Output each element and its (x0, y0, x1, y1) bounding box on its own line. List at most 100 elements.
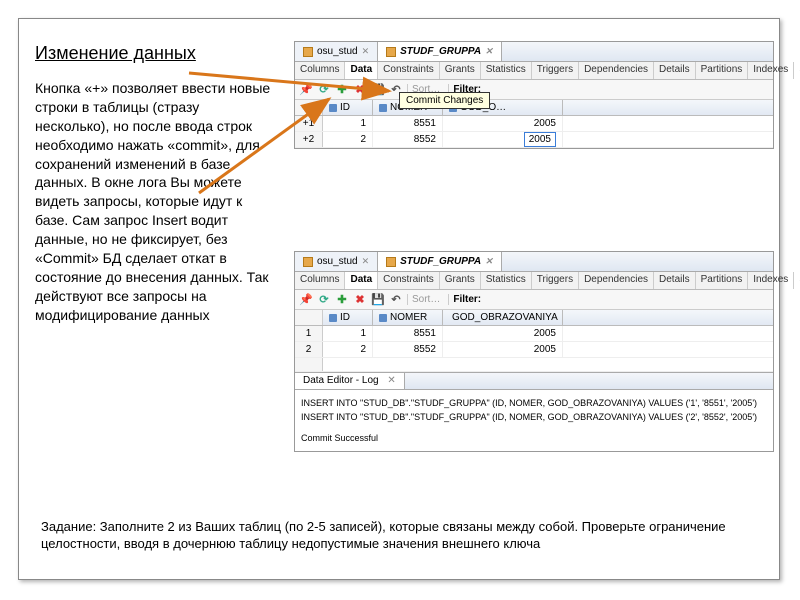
data-toolbar: 📌 ⟳ ✚ ✖ 💾 ↶ Sort… Filter: (295, 80, 773, 100)
subtab-details[interactable]: Details (654, 62, 696, 79)
subtab-columns[interactable]: Columns (295, 62, 345, 79)
add-row-icon[interactable]: ✚ (335, 293, 349, 307)
tooltip-commit: Commit Changes (399, 92, 490, 109)
column-icon (379, 314, 387, 322)
rownum: +2 (295, 132, 323, 147)
rownum-header (295, 310, 323, 325)
cell[interactable]: 2005 (443, 326, 563, 341)
subtab-statistics[interactable]: Statistics (481, 272, 532, 289)
cell[interactable]: 2 (323, 342, 373, 357)
tab-label: STUDF_GRUPPA (400, 256, 481, 267)
slide: Изменение данных Кнопка «+» позволяет вв… (18, 18, 780, 580)
add-row-icon[interactable]: ✚ (335, 83, 349, 97)
log-line: INSERT INTO "STUD_DB"."STUDF_GRUPPA" (ID… (301, 410, 767, 424)
table-row[interactable]: 2 2 8552 2005 (295, 342, 773, 358)
cell[interactable]: 1 (323, 326, 373, 341)
log-tab[interactable]: Data Editor - Log ✕ (295, 373, 405, 389)
cell[interactable]: 2005 (443, 116, 563, 131)
subtab-indexes[interactable]: Indexes (748, 272, 794, 289)
cell-editing[interactable]: 2005 (443, 132, 563, 147)
rownum: +1 (295, 116, 323, 131)
detail-tabs: Columns Data Constraints Grants Statisti… (295, 62, 773, 80)
pin-icon[interactable]: 📌 (299, 83, 313, 97)
subtab-data[interactable]: Data (345, 272, 378, 289)
log-status: Commit Successful (301, 431, 767, 445)
subtab-constraints[interactable]: Constraints (378, 272, 440, 289)
data-grid: ID NOMER GOD_O… +1 1 8551 2005 +2 2 8552… (295, 100, 773, 148)
detail-tabs: Columns Data Constraints Grants Statisti… (295, 272, 773, 290)
subtab-columns[interactable]: Columns (295, 272, 345, 289)
grid-header: ID NOMER GOD_OBRAZOVANIYA (295, 310, 773, 326)
table-row[interactable]: 1 1 8551 2005 (295, 326, 773, 342)
worksheet-tabs: osu_stud ✕ STUDF_GRUPPA ✕ (295, 252, 773, 272)
table-icon (303, 257, 313, 267)
data-toolbar: 📌 ⟳ ✚ ✖ 💾 ↶ Sort… Filter: (295, 290, 773, 310)
commit-icon[interactable]: 💾 (371, 83, 385, 97)
close-icon[interactable]: ✕ (362, 46, 370, 57)
subtab-partitions[interactable]: Partitions (696, 272, 749, 289)
commit-icon[interactable]: 💾 (371, 293, 385, 307)
cell[interactable]: 2005 (443, 342, 563, 357)
cell[interactable]: 8551 (373, 326, 443, 341)
sql-panel-result: osu_stud ✕ STUDF_GRUPPA ✕ Columns Data C… (294, 251, 774, 452)
tab-label: STUDF_GRUPPA (400, 46, 481, 57)
pin-icon[interactable]: 📌 (299, 293, 313, 307)
column-icon (329, 104, 337, 112)
rownum-header (295, 100, 323, 115)
refresh-icon[interactable]: ⟳ (317, 293, 331, 307)
cell[interactable]: 8552 (373, 342, 443, 357)
table-icon (386, 47, 396, 57)
column-icon (379, 104, 387, 112)
task-text: Задание: Заполните 2 из Ваших таблиц (по… (41, 519, 761, 553)
table-row[interactable]: +1 1 8551 2005 (295, 116, 773, 132)
cell[interactable]: 8551 (373, 116, 443, 131)
body-text: Кнопка «+» позволяет ввести новые строки… (35, 79, 275, 325)
col-id[interactable]: ID (323, 310, 373, 325)
close-icon[interactable]: ✕ (387, 375, 395, 386)
subtab-partitions[interactable]: Partitions (696, 62, 749, 79)
refresh-icon[interactable]: ⟳ (317, 83, 331, 97)
subtab-grants[interactable]: Grants (440, 62, 481, 79)
log-tabbar: Data Editor - Log ✕ (295, 372, 773, 390)
log-line: INSERT INTO "STUD_DB"."STUDF_GRUPPA" (ID… (301, 396, 767, 410)
close-icon[interactable]: ✕ (485, 46, 493, 57)
delete-row-icon[interactable]: ✖ (353, 293, 367, 307)
worksheet-tab-studf-gruppa[interactable]: STUDF_GRUPPA ✕ (378, 252, 501, 271)
filter-label: Filter: (448, 294, 485, 305)
sql-panel-edit: osu_stud ✕ STUDF_GRUPPA ✕ Columns Data C… (294, 41, 774, 149)
subtab-statistics[interactable]: Statistics (481, 62, 532, 79)
worksheet-tabs: osu_stud ✕ STUDF_GRUPPA ✕ (295, 42, 773, 62)
delete-row-icon[interactable]: ✖ (353, 83, 367, 97)
subtab-dependencies[interactable]: Dependencies (579, 62, 654, 79)
subtab-constraints[interactable]: Constraints (378, 62, 440, 79)
subtab-dependencies[interactable]: Dependencies (579, 272, 654, 289)
subtab-triggers[interactable]: Triggers (532, 272, 579, 289)
worksheet-tab-osu-stud[interactable]: osu_stud ✕ (295, 42, 378, 61)
col-nomer[interactable]: NOMER (373, 310, 443, 325)
subtab-sql[interactable]: SQL (794, 272, 800, 289)
column-icon (329, 314, 337, 322)
close-icon[interactable]: ✕ (485, 256, 493, 267)
data-grid: ID NOMER GOD_OBRAZOVANIYA 1 1 8551 2005 … (295, 310, 773, 372)
log-body: INSERT INTO "STUD_DB"."STUDF_GRUPPA" (ID… (295, 390, 773, 451)
cell[interactable]: 2 (323, 132, 373, 147)
table-icon (303, 47, 313, 57)
subtab-details[interactable]: Details (654, 272, 696, 289)
tab-label: osu_stud (317, 256, 358, 267)
rownum: 1 (295, 326, 323, 341)
subtab-triggers[interactable]: Triggers (532, 62, 579, 79)
subtab-data[interactable]: Data (345, 62, 378, 79)
sort-button[interactable]: Sort… (407, 294, 444, 305)
table-row[interactable]: +2 2 8552 2005 (295, 132, 773, 148)
subtab-sql[interactable]: SQL (794, 62, 800, 79)
worksheet-tab-studf-gruppa[interactable]: STUDF_GRUPPA ✕ (378, 42, 501, 61)
close-icon[interactable]: ✕ (362, 256, 370, 267)
rollback-icon[interactable]: ↶ (389, 293, 403, 307)
col-god[interactable]: GOD_OBRAZOVANIYA (443, 310, 563, 325)
worksheet-tab-osu-stud[interactable]: osu_stud ✕ (295, 252, 378, 271)
col-id[interactable]: ID (323, 100, 373, 115)
cell[interactable]: 8552 (373, 132, 443, 147)
subtab-indexes[interactable]: Indexes (748, 62, 794, 79)
cell[interactable]: 1 (323, 116, 373, 131)
subtab-grants[interactable]: Grants (440, 272, 481, 289)
